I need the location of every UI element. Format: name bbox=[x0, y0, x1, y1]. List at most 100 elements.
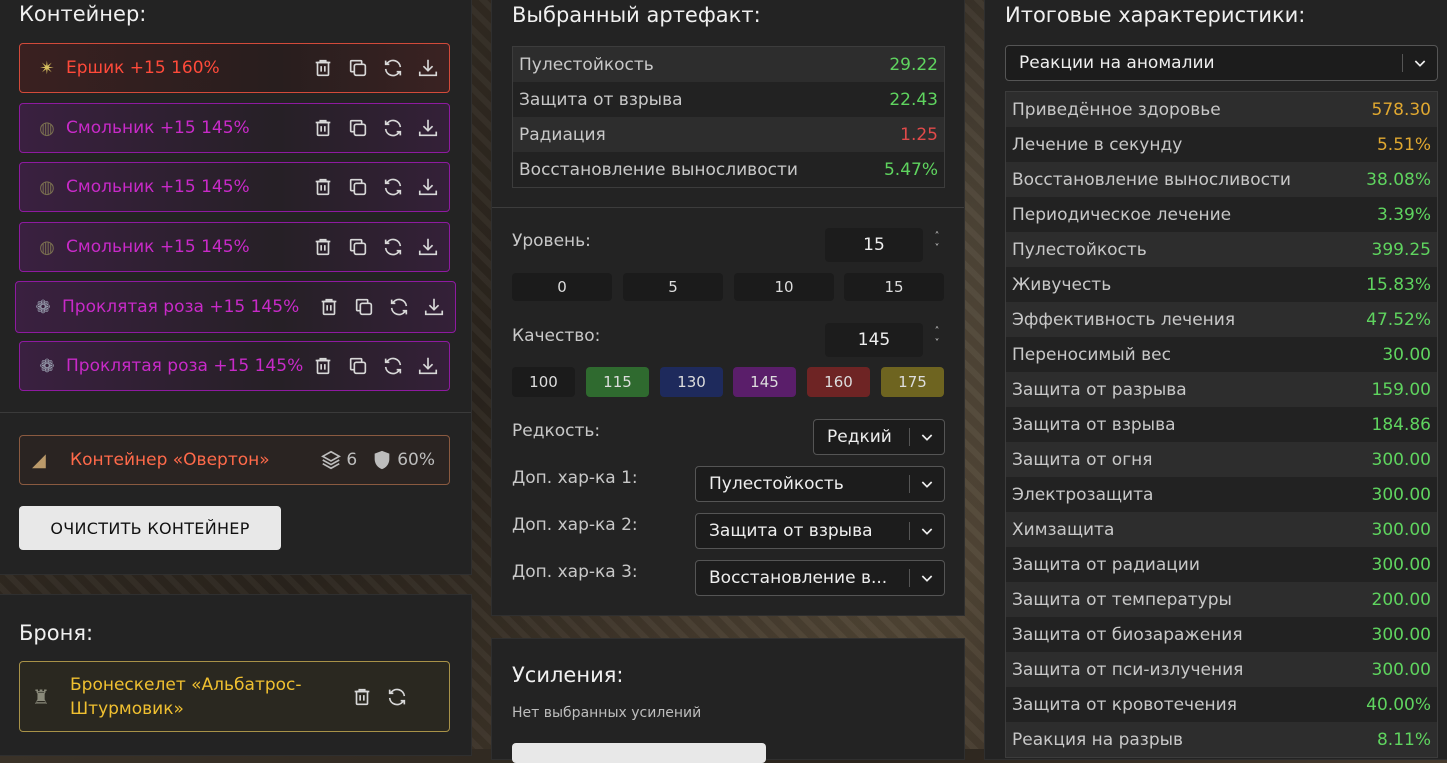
total-row: Эффективность лечения 47.52% bbox=[1006, 302, 1437, 337]
trash-icon[interactable] bbox=[317, 296, 340, 319]
trash-icon[interactable] bbox=[350, 685, 373, 708]
download-icon[interactable] bbox=[416, 57, 439, 80]
total-row: Защита от взрыва 184.86 bbox=[1006, 407, 1437, 442]
level-label: Уровень: bbox=[512, 231, 591, 251]
extra3-select[interactable]: Восстановление в... bbox=[695, 560, 945, 596]
armor-title: Броня: bbox=[19, 621, 94, 645]
total-row: Защита от температуры 200.00 bbox=[1006, 582, 1437, 617]
stat-label: Восстановление выносливости bbox=[519, 159, 798, 180]
total-row: Периодическое лечение 3.39% bbox=[1006, 197, 1437, 232]
download-icon[interactable] bbox=[416, 355, 439, 378]
spiky-artifact-icon: ✴ bbox=[39, 57, 55, 79]
download-icon[interactable] bbox=[416, 176, 439, 199]
quality-preset-button[interactable]: 175 bbox=[881, 367, 944, 397]
quality-preset-button[interactable]: 115 bbox=[586, 367, 649, 397]
copy-icon[interactable] bbox=[346, 355, 369, 378]
total-label: Защита от разрыва bbox=[1012, 379, 1187, 400]
container-icon: ◢ bbox=[32, 449, 46, 471]
swap-icon[interactable] bbox=[387, 296, 410, 319]
stat-label: Защита от взрыва bbox=[519, 89, 683, 110]
slots-stat: 6 bbox=[320, 449, 357, 471]
artifact-item[interactable]: ◍ Смольник +15 145% bbox=[19, 103, 450, 153]
total-label: Защита от биозаражения bbox=[1012, 624, 1243, 645]
chevron-down-icon bbox=[910, 523, 944, 539]
rarity-select[interactable]: Редкий bbox=[813, 419, 945, 455]
quality-preset-button[interactable]: 130 bbox=[660, 367, 723, 397]
extra1-value: Пулестойкость bbox=[709, 474, 844, 494]
protection-stat: 60% bbox=[371, 449, 435, 471]
chevron-down-icon bbox=[910, 429, 944, 445]
total-row: Приведённое здоровье 578.30 bbox=[1006, 92, 1437, 127]
extra2-select[interactable]: Защита от взрыва bbox=[695, 513, 945, 549]
container-panel: Контейнер: ✴ Ершик +15 160% ◍ Смольник +15 … bbox=[0, 0, 472, 575]
level-stepper[interactable]: ˄ ˅ bbox=[930, 231, 944, 255]
copy-icon[interactable] bbox=[346, 117, 369, 140]
stat-value: 29.22 bbox=[889, 54, 938, 75]
quality-preset-button[interactable]: 145 bbox=[733, 367, 796, 397]
artifact-name: Проклятая роза +15 145% bbox=[66, 356, 304, 376]
artifact-item[interactable]: ❁ Проклятая роза +15 145% bbox=[19, 341, 450, 391]
total-label: Защита от пси-излучения bbox=[1012, 659, 1244, 680]
stat-value: 1.25 bbox=[900, 124, 938, 145]
trash-icon[interactable] bbox=[311, 355, 334, 378]
quality-stepper[interactable]: ˄ ˅ bbox=[930, 326, 944, 350]
trash-icon[interactable] bbox=[311, 57, 334, 80]
shield-icon bbox=[374, 450, 390, 470]
extra2-value: Защита от взрыва bbox=[709, 521, 873, 541]
swap-icon[interactable] bbox=[381, 117, 404, 140]
total-label: Периодическое лечение bbox=[1012, 204, 1232, 225]
artifact-item[interactable]: ❁ Проклятая роза +15 145% bbox=[15, 281, 456, 333]
resin-artifact-icon: ◍ bbox=[39, 117, 55, 139]
level-preset-button[interactable]: 15 bbox=[844, 273, 944, 301]
level-input[interactable]: 15 bbox=[825, 228, 923, 262]
quality-preset-button[interactable]: 100 bbox=[512, 367, 575, 397]
swap-icon[interactable] bbox=[381, 355, 404, 378]
total-value: 47.52% bbox=[1366, 309, 1431, 330]
total-value: 15.83% bbox=[1366, 274, 1431, 295]
extra1-select[interactable]: Пулестойкость bbox=[695, 466, 945, 502]
total-label: Реакция на разрыв bbox=[1012, 729, 1184, 750]
trash-icon[interactable] bbox=[311, 117, 334, 140]
copy-icon[interactable] bbox=[346, 57, 369, 80]
total-value: 5.51% bbox=[1376, 134, 1431, 155]
swap-icon[interactable] bbox=[381, 57, 404, 80]
extra3-label: Доп. хар-ка 3: bbox=[512, 562, 638, 582]
add-boost-button[interactable] bbox=[512, 743, 766, 763]
total-row: Защита от пси-излучения 300.00 bbox=[1006, 652, 1437, 687]
trash-icon[interactable] bbox=[311, 176, 334, 199]
armor-item[interactable]: ♜ Бронескелет «Альбатрос-Штурмовик» bbox=[19, 661, 450, 732]
totals-filter-select[interactable]: Реакции на аномалии bbox=[1005, 45, 1438, 81]
total-label: Химзащита bbox=[1012, 519, 1115, 540]
swap-icon[interactable] bbox=[381, 176, 404, 199]
download-icon[interactable] bbox=[422, 296, 445, 319]
trash-icon[interactable] bbox=[311, 236, 334, 259]
chevron-down-icon bbox=[910, 476, 944, 492]
divider bbox=[492, 207, 964, 208]
artifact-item[interactable]: ◍ Смольник +15 145% bbox=[19, 222, 450, 272]
level-preset-button[interactable]: 10 bbox=[734, 273, 834, 301]
quality-preset-button[interactable]: 160 bbox=[807, 367, 870, 397]
total-label: Защита от радиации bbox=[1012, 554, 1200, 575]
copy-icon[interactable] bbox=[346, 176, 369, 199]
copy-icon[interactable] bbox=[352, 296, 375, 319]
total-label: Защита от взрыва bbox=[1012, 414, 1176, 435]
copy-icon[interactable] bbox=[346, 236, 369, 259]
rose-artifact-icon: ❁ bbox=[35, 296, 51, 318]
quality-label: Качество: bbox=[512, 326, 601, 346]
clear-container-button[interactable]: ОЧИСТИТЬ КОНТЕЙНЕР bbox=[19, 506, 281, 550]
download-icon[interactable] bbox=[416, 236, 439, 259]
swap-icon[interactable] bbox=[381, 236, 404, 259]
total-value: 300.00 bbox=[1371, 449, 1431, 470]
total-value: 300.00 bbox=[1371, 484, 1431, 505]
total-value: 3.39% bbox=[1376, 204, 1431, 225]
artifact-item[interactable]: ✴ Ершик +15 160% bbox=[19, 43, 450, 93]
level-preset-button[interactable]: 0 bbox=[512, 273, 612, 301]
total-value: 184.86 bbox=[1371, 414, 1431, 435]
container-item[interactable]: ◢ Контейнер «Овертон» 6 60% bbox=[19, 435, 450, 485]
swap-icon[interactable] bbox=[385, 685, 408, 708]
quality-input[interactable]: 145 bbox=[825, 323, 923, 357]
total-row: Пулестойкость 399.25 bbox=[1006, 232, 1437, 267]
level-preset-button[interactable]: 5 bbox=[623, 273, 723, 301]
artifact-item[interactable]: ◍ Смольник +15 145% bbox=[19, 162, 450, 212]
download-icon[interactable] bbox=[416, 117, 439, 140]
